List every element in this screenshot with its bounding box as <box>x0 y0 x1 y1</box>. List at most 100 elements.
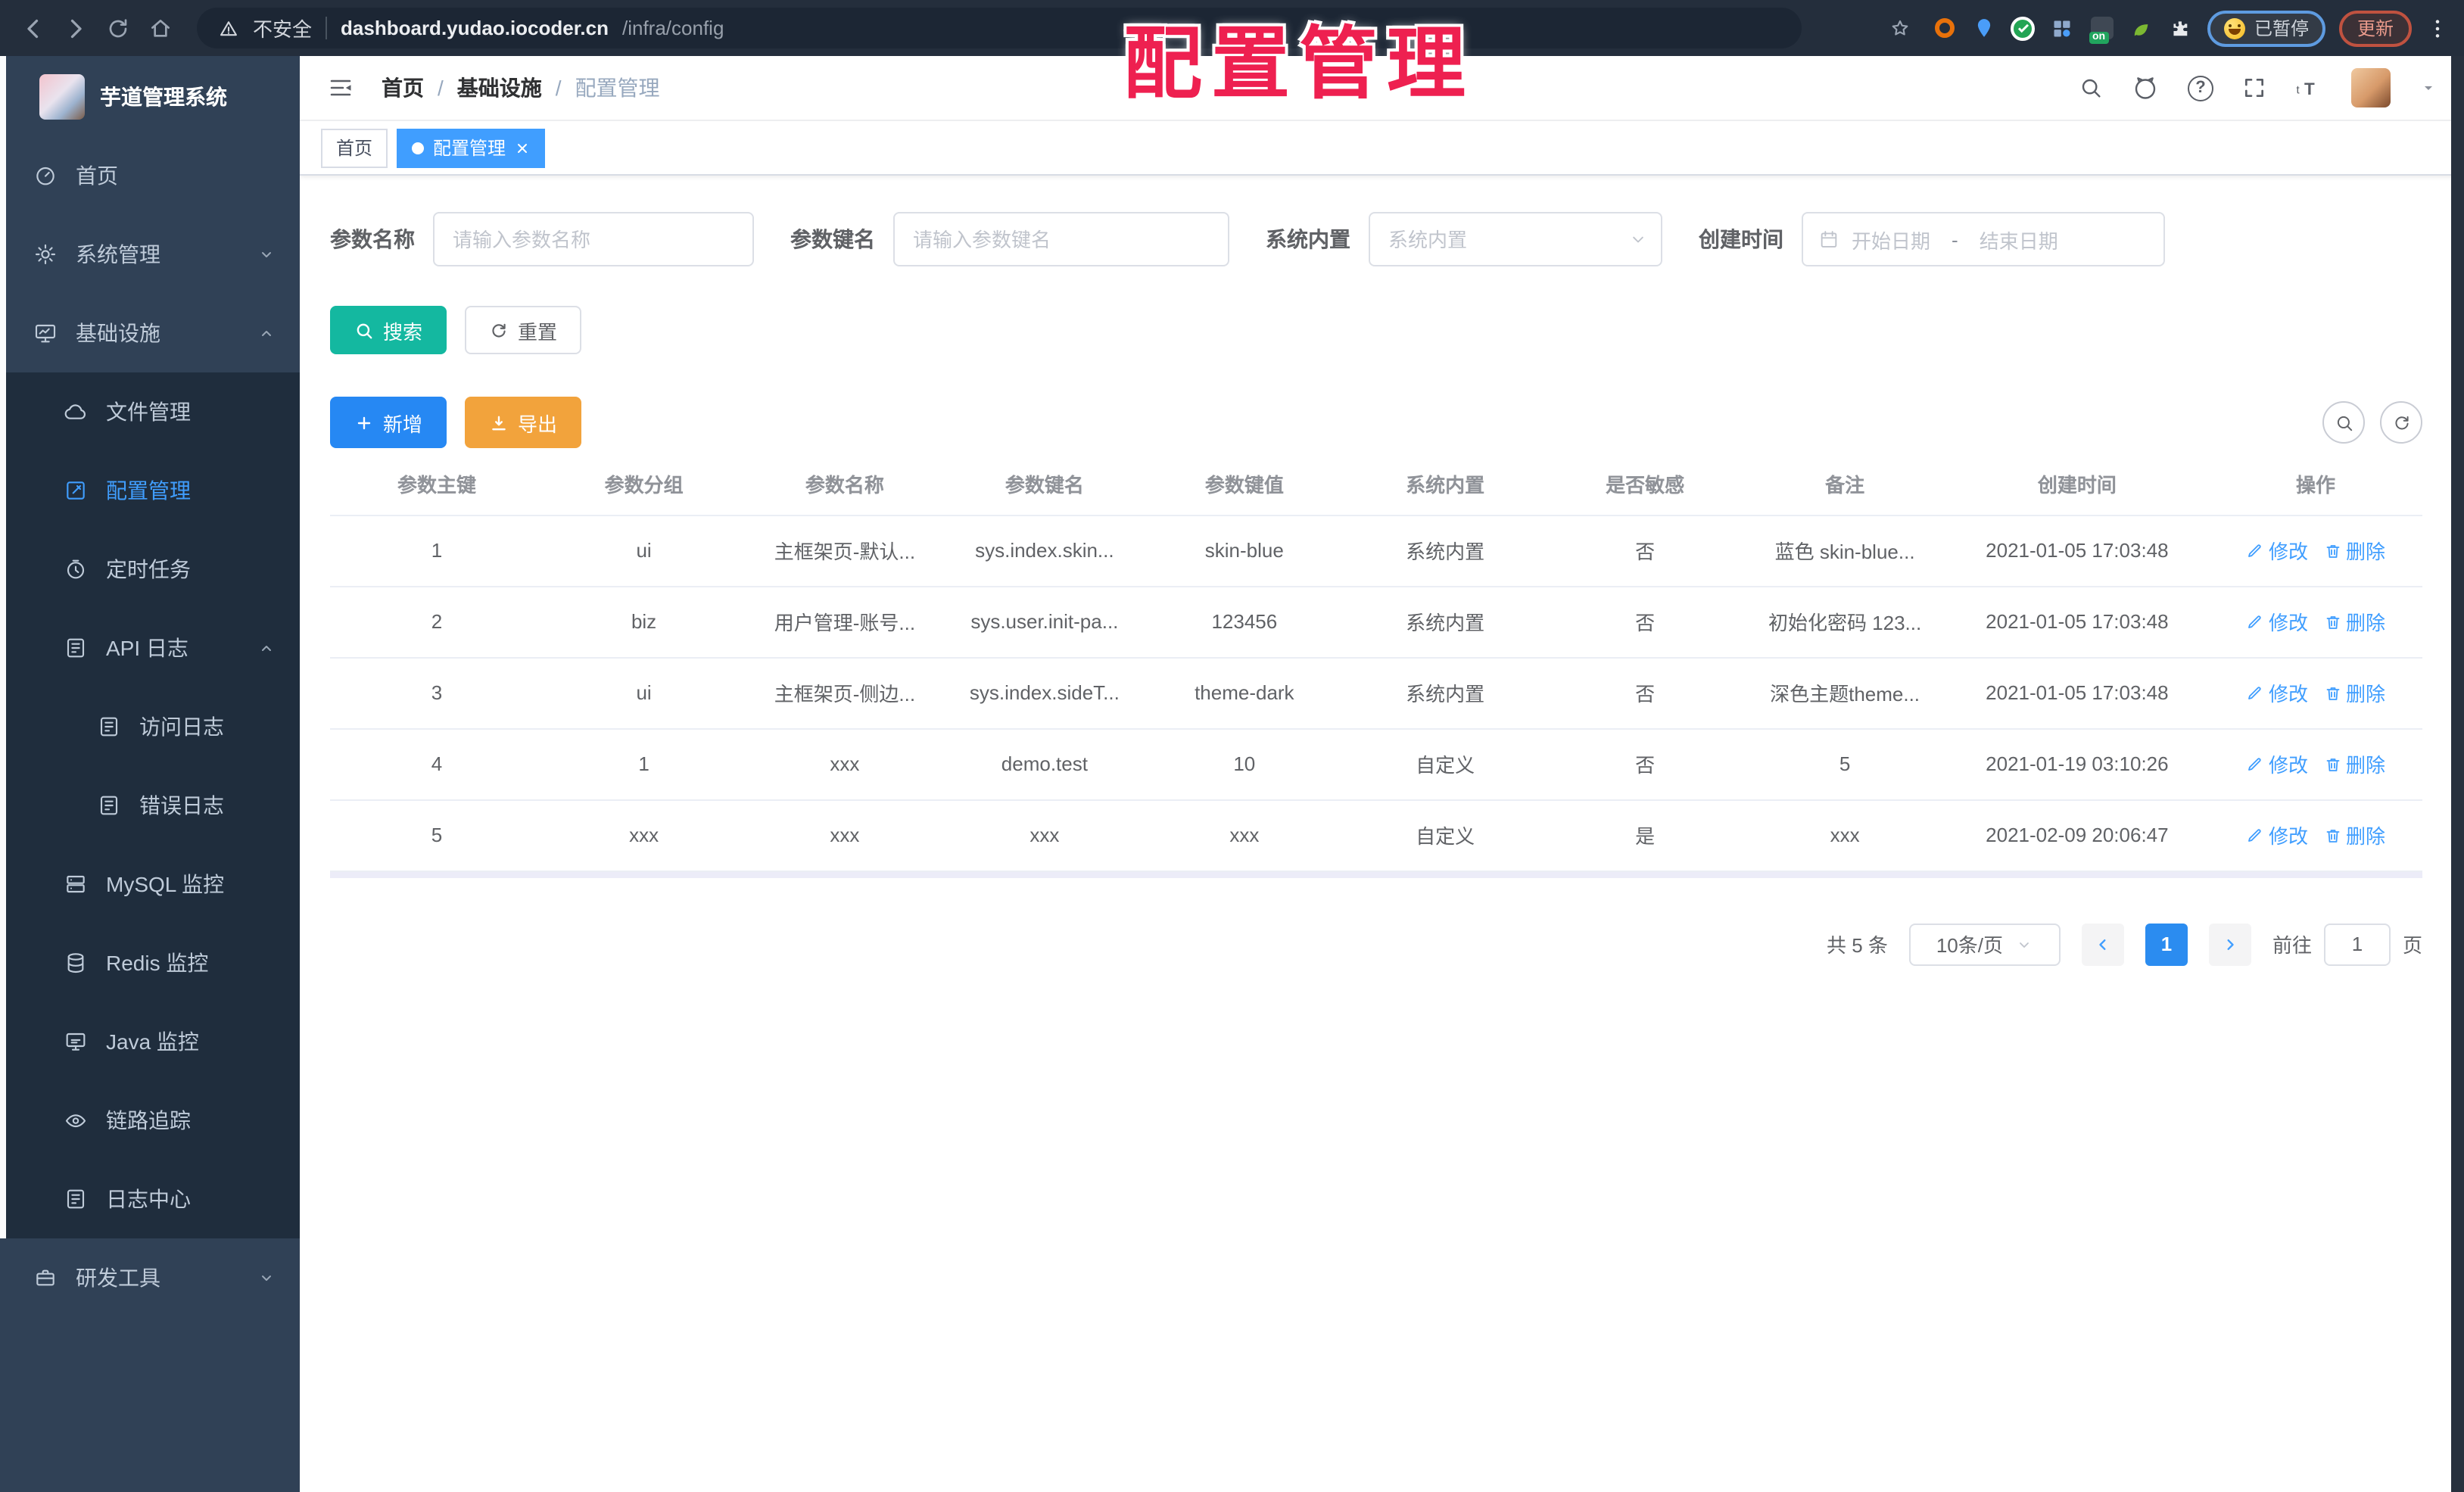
toggle-search-button[interactable] <box>2322 401 2365 444</box>
user-avatar[interactable] <box>2351 68 2391 107</box>
extension-green-check-icon[interactable] <box>2011 15 2036 41</box>
font-size-icon[interactable]: tT <box>2295 74 2322 101</box>
pagination-total: 共 5 条 <box>1827 934 1888 957</box>
breadcrumb-item-1[interactable]: 基础设施 <box>457 73 542 103</box>
address-bar[interactable]: 不安全 dashboard.yudao.iocoder.cn/infra/con… <box>197 8 1802 48</box>
date-range-picker[interactable]: 开始日期 - 结束日期 <box>1802 212 2165 266</box>
extension-paused-badge[interactable]: 已暂停 <box>2207 10 2325 46</box>
sidebar-item-log-center[interactable]: 日志中心 <box>0 1160 300 1238</box>
search-button[interactable]: 搜索 <box>330 306 447 354</box>
server-icon <box>67 875 85 893</box>
fullscreen-icon[interactable] <box>2242 76 2266 100</box>
browser-scrollbar[interactable] <box>2451 56 2464 1492</box>
github-icon[interactable] <box>2132 74 2159 101</box>
prev-page-button[interactable] <box>2081 923 2124 965</box>
table-bottom-scrollbar[interactable] <box>330 871 2422 877</box>
system-built-in-select[interactable] <box>1369 212 1662 266</box>
security-warning-icon[interactable] <box>218 17 239 39</box>
browser-update-button[interactable]: 更新 <box>2338 10 2412 46</box>
extension-blue-grid-icon[interactable] <box>2050 15 2076 41</box>
sidebar-item-trace[interactable]: 链路追踪 <box>0 1081 300 1160</box>
table-cell: 1 <box>543 728 745 800</box>
sidebar-item-label: Java 监控 <box>106 1029 199 1054</box>
browser-home-button[interactable] <box>142 10 179 46</box>
sidebar-item-system-management[interactable]: 系统管理 <box>0 215 300 294</box>
param-key-input[interactable] <box>895 213 1228 265</box>
delete-action-link[interactable]: 删除 <box>2323 607 2385 636</box>
app-logo[interactable]: 芋道管理系统 <box>0 56 300 136</box>
sidebar-toggle-button[interactable] <box>327 74 354 101</box>
delete-action-link[interactable]: 删除 <box>2323 678 2385 707</box>
param-name-input[interactable] <box>435 213 752 265</box>
edit-action-link[interactable]: 修改 <box>2246 536 2308 565</box>
sidebar-item-file-management[interactable]: 文件管理 <box>0 372 300 451</box>
edit-action-link[interactable]: 修改 <box>2246 749 2308 778</box>
bookmark-star-icon[interactable] <box>1882 10 1918 46</box>
edit-action-link[interactable]: 修改 <box>2246 678 2308 707</box>
extension-green-leaf-icon[interactable] <box>2129 15 2154 41</box>
tag-home[interactable]: 首页 <box>321 128 388 167</box>
delete-action-link[interactable]: 删除 <box>2323 536 2385 565</box>
table-cell: 2021-01-05 17:03:48 <box>1945 515 2209 587</box>
edit-action-link[interactable]: 修改 <box>2246 821 2308 849</box>
chevron-up-icon <box>262 331 271 336</box>
sidebar-item-mysql-monitor[interactable]: MySQL 监控 <box>0 845 300 924</box>
current-page-button[interactable]: 1 <box>2145 923 2188 965</box>
logo-avatar <box>39 73 85 119</box>
sidebar-item-infrastructure[interactable]: 基础设施 <box>0 294 300 372</box>
extension-blue-pin-icon[interactable] <box>1971 15 1997 41</box>
browser-back-button[interactable] <box>15 10 51 46</box>
table-row-4[interactable]: 4 1 xxx demo.test 10 自定义否 5 2021-01-19 03:10:26… <box>330 728 2422 800</box>
table-row-2[interactable]: 2 biz 用户管理-账号... sys.user.init-pa... 123456 系… <box>330 586 2422 658</box>
create-time-label: 创建时间 <box>1699 227 1783 251</box>
header-search-icon[interactable] <box>2079 76 2103 100</box>
browser-forward-button[interactable] <box>58 10 94 46</box>
goto-page-input[interactable] <box>2323 923 2391 965</box>
user-menu-caret-icon[interactable] <box>2419 79 2438 97</box>
docs-help-icon[interactable]: ? <box>2188 75 2213 101</box>
add-button[interactable]: 新增 <box>330 397 447 448</box>
table-cell: 是 <box>1545 799 1745 871</box>
sidebar-scrollbar-track[interactable] <box>0 56 6 1238</box>
browser-reload-button[interactable] <box>100 10 136 46</box>
edit-action-link[interactable]: 修改 <box>2246 607 2308 636</box>
page-size-select[interactable]: 10条/页 <box>1908 923 2061 965</box>
refresh-table-button[interactable] <box>2380 401 2422 444</box>
reset-button[interactable]: 重置 <box>465 306 582 354</box>
sidebar-item-redis-monitor[interactable]: Redis 监控 <box>0 924 300 1002</box>
extension-orange-ring-icon[interactable] <box>1932 15 1958 41</box>
calendar-icon <box>1821 231 1837 248</box>
sidebar-item-access-logs[interactable]: 访问日志 <box>0 687 300 766</box>
sidebar-item-dev-tools[interactable]: 研发工具 <box>0 1238 300 1317</box>
url-host: dashboard.yudao.iocoder.cn <box>341 17 609 39</box>
tag-close-icon[interactable] <box>515 140 530 155</box>
delete-action-link[interactable]: 删除 <box>2323 749 2385 778</box>
delete-action-link[interactable]: 删除 <box>2323 821 2385 849</box>
table-header-row: 参数主键 参数分组 参数名称 参数键名 参数键值 系统内置 是否敏感 备注 创建时间 操作 <box>330 454 2422 516</box>
table-cell: biz <box>543 586 745 658</box>
sidebar-item-config-management[interactable]: 配置管理 <box>0 451 300 530</box>
browser-menu-kebab-icon[interactable] <box>2425 16 2450 40</box>
tag-config-management[interactable]: 配置管理 <box>397 128 546 167</box>
emoji-face-icon <box>2223 17 2245 39</box>
export-button[interactable]: 导出 <box>465 397 582 448</box>
sidebar-item-scheduled-tasks[interactable]: 定时任务 <box>0 530 300 609</box>
sidebar-item-java-monitor[interactable]: Java 监控 <box>0 1002 300 1081</box>
sidebar-item-error-logs[interactable]: 错误日志 <box>0 766 300 845</box>
breadcrumb-item-0[interactable]: 首页 <box>382 73 424 103</box>
next-page-button[interactable] <box>2208 923 2251 965</box>
table-row-5[interactable]: 5 xxx xxx xxx xxx 自定义是 xxx 2021-02-09 20:06:47 修… <box>330 799 2422 871</box>
sidebar-item-api-logs[interactable]: API 日志 <box>0 609 300 687</box>
doc-pen-icon <box>67 638 85 658</box>
system-built-in-select-input[interactable] <box>1370 213 1661 265</box>
search-icon <box>2082 79 2101 98</box>
extension-puzzle-icon[interactable] <box>2168 15 2194 41</box>
sidebar-item-home[interactable]: 首页 <box>0 136 300 215</box>
doc-pen-icon <box>100 796 118 815</box>
database-icon <box>67 953 84 973</box>
filter-form: 参数名称 参数键名 系统内置 <box>330 212 2422 266</box>
extension-on-badge-icon[interactable]: on <box>2089 15 2115 44</box>
table-row-3[interactable]: 3 ui 主框架页-侧边... sys.index.sideT... theme-dar… <box>330 657 2422 729</box>
table-row-1[interactable]: 1 ui 主框架页-默认... sys.index.skin... skin-blue 系… <box>330 515 2422 587</box>
browser-toolbar: 不安全 dashboard.yudao.iocoder.cn/infra/con… <box>0 0 2464 56</box>
